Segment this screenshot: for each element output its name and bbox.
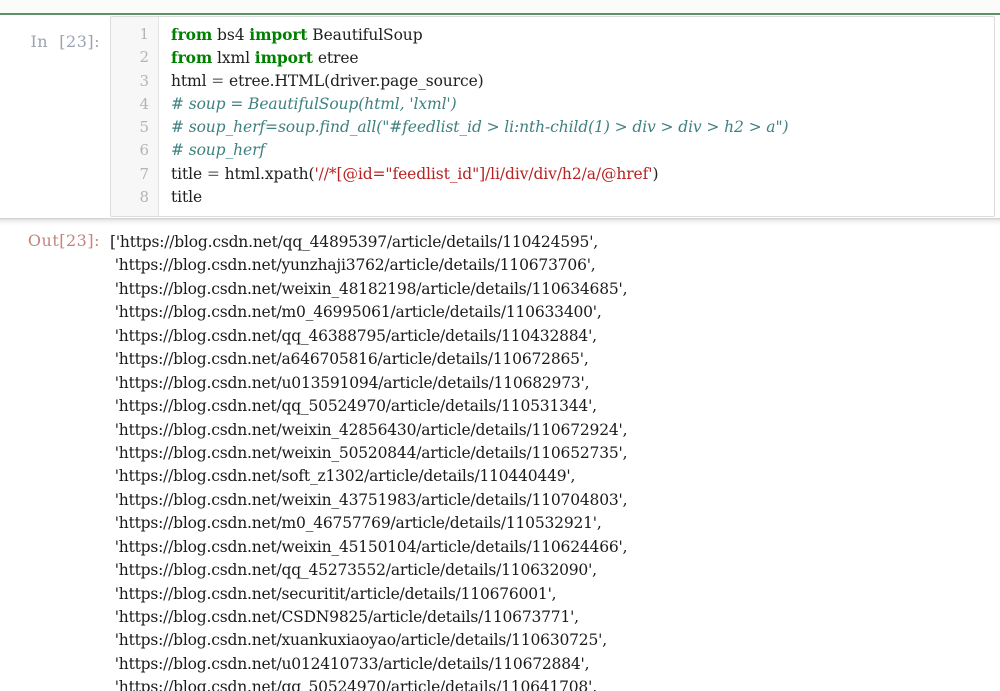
code-line[interactable]: # soup_herf [171,139,994,162]
code-token-nm: etree.HTML(driver.page_source) [224,71,484,90]
input-prompt: In [23]: [30,32,100,51]
code-token-kw: from [171,48,213,68]
code-token-str: '//*[@id="feedlist_id"]/li/div/div/h2/a/… [314,164,653,183]
output-line: 'https://blog.csdn.net/qq_46388795/artic… [110,326,597,345]
code-line[interactable]: title = html.xpath('//*[@id="feedlist_id… [171,163,994,186]
notebook-output-area: Out[23]: ['https://blog.csdn.net/qq_4489… [0,228,1000,691]
output-line: 'https://blog.csdn.net/weixin_43751983/a… [110,490,628,509]
code-text-area[interactable]: from bs4 import BeautifulSoup from lxml i… [159,17,994,216]
output-line: 'https://blog.csdn.net/weixin_50520844/a… [110,443,628,462]
line-number: 2 [139,48,149,67]
output-line: 'https://blog.csdn.net/securitit/article… [110,584,557,603]
output-line: 'https://blog.csdn.net/m0_46995061/artic… [110,303,602,322]
output-line: 'https://blog.csdn.net/weixin_48182198/a… [110,279,628,298]
code-editor[interactable]: 12345678 from bs4 import BeautifulSoup fr… [110,16,995,217]
code-line[interactable]: from bs4 import BeautifulSoup [171,23,994,46]
code-token-op: = [211,71,225,90]
output-line: 'https://blog.csdn.net/u013591094/articl… [110,373,590,392]
top-background-strip [0,0,1000,14]
output-line: 'https://blog.csdn.net/qq_45273552/artic… [110,561,597,580]
code-token-cmt: # soup_herf=soup.find_all("#feedlist_id … [171,118,789,137]
code-token-nm: title [171,164,207,183]
cell-divider [0,218,1000,226]
line-number: 8 [139,188,149,207]
code-token-nm: html.xpath( [219,164,315,183]
code-token-nm: lxml [212,49,255,68]
code-line[interactable]: # soup = BeautifulSoup(html, 'lxml') [171,93,994,116]
line-number: 6 [139,141,149,160]
notebook-page: In [23]: 1 2 3 4 5 6 7 8 from bs4 import Beauti… [0,0,1000,691]
line-number: 7 [139,164,149,183]
output-line: 'https://blog.csdn.net/qq_50524970/artic… [110,397,597,416]
output-line: 'https://blog.csdn.net/yunzhaji3762/arti… [110,256,596,275]
code-token-cmt: # soup = BeautifulSoup(html, 'lxml') [171,94,457,113]
output-line: 'https://blog.csdn.net/qq_50524970/artic… [110,678,597,691]
code-token-op: = [206,164,220,183]
code-token-nm: BeautifulSoup [307,26,423,44]
output-line: 'https://blog.csdn.net/weixin_42856430/a… [110,420,628,439]
code-token-cmt: # soup_herf [171,141,266,160]
output-line: 'https://blog.csdn.net/soft_z1302/articl… [110,467,576,486]
code-token-nm: etree [313,49,359,68]
line-number: 3 [139,71,149,90]
output-line: 'https://blog.csdn.net/m0_46757769/artic… [110,514,602,533]
code-token-kw: import [249,25,308,44]
code-token-nm: title [171,188,203,207]
code-line[interactable]: html = etree.HTML(driver.page_source) [171,70,994,93]
output-line: ['https://blog.csdn.net/qq_44895397/arti… [110,233,599,251]
output-text: ['https://blog.csdn.net/qq_44895397/arti… [110,228,1000,691]
line-number: 4 [139,94,149,113]
code-line[interactable]: from lxml import etree [171,46,994,69]
selected-cell-top-rule [0,13,1000,15]
line-number: 1 [139,25,149,43]
notebook-input-cell[interactable]: In [23]: 1 2 3 4 5 6 7 8 from bs4 import Beauti… [0,16,1000,218]
code-token-nm: bs4 [212,26,250,44]
output-line: 'https://blog.csdn.net/xuankuxiaoyao/art… [110,631,607,650]
code-line[interactable]: title [171,186,994,209]
output-line: 'https://blog.csdn.net/weixin_45150104/a… [110,537,628,556]
output-line: 'https://blog.csdn.net/CSDN9825/article/… [110,608,579,626]
output-prompt: Out[23]: [27,231,100,250]
output-line: 'https://blog.csdn.net/u012410733/articl… [110,654,590,673]
code-line[interactable]: # soup_herf=soup.find_all("#feedlist_id … [171,116,994,139]
code-token-nm: html [171,71,212,90]
code-token-kw: import [254,48,313,68]
line-number-gutter: 1 2 3 4 5 6 7 8 [111,17,159,216]
output-line: 'https://blog.csdn.net/a646705816/articl… [110,350,589,369]
line-number: 5 [139,118,149,137]
code-token-kw: from [171,25,213,44]
code-token-nm: ) [652,164,659,183]
